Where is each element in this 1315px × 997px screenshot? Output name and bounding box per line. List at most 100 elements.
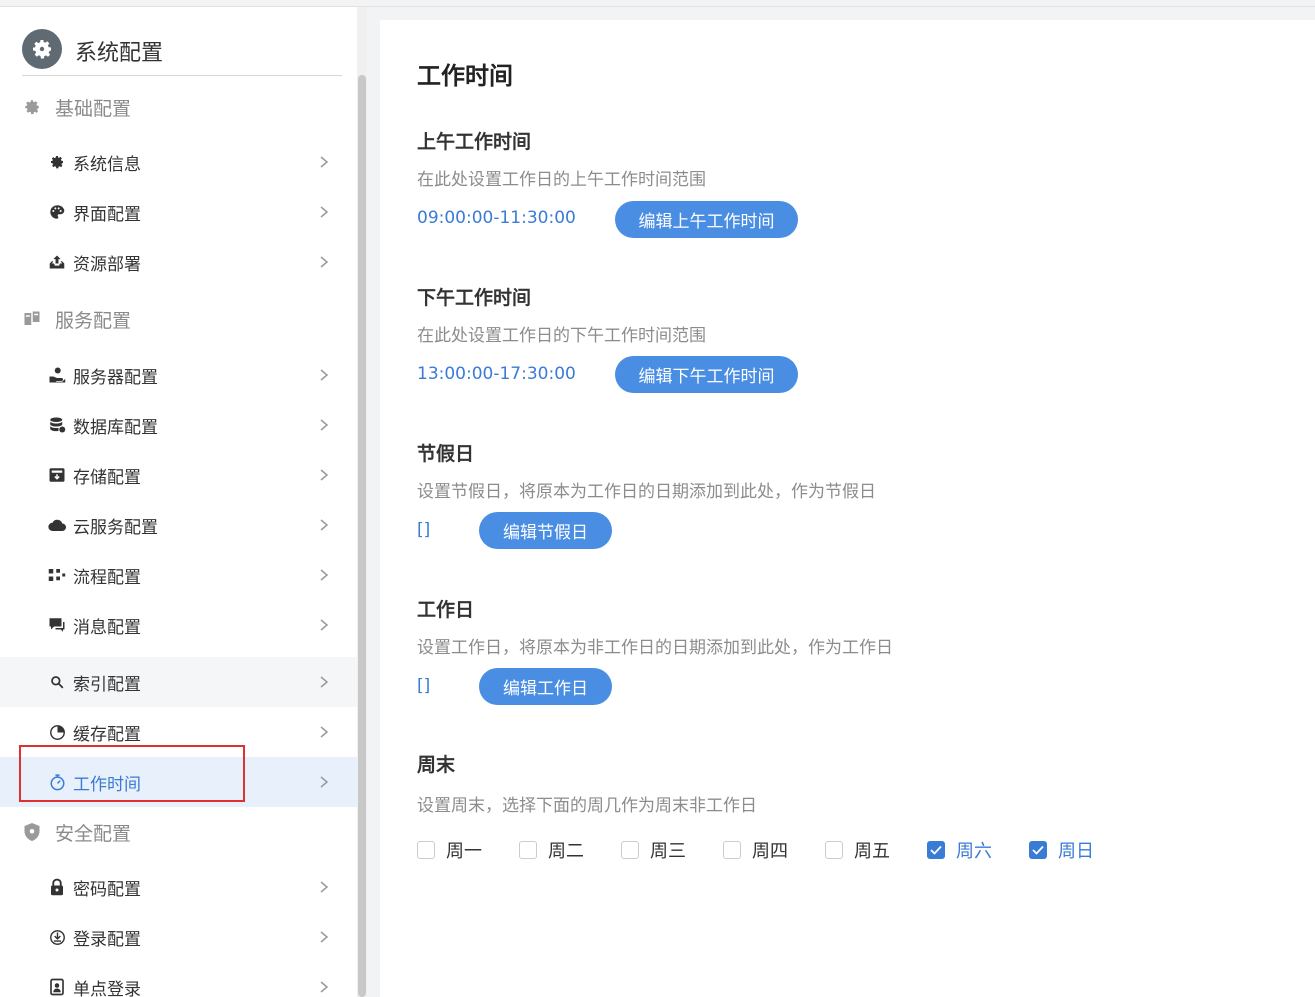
morning-time-value: 09:00:00-11:30:00 — [417, 208, 576, 228]
checkbox-label: 周三 — [650, 841, 686, 862]
sidebar-item-label: 界面配置 — [73, 205, 141, 225]
login-icon — [47, 927, 67, 947]
gear-icon — [22, 29, 62, 69]
checkbox[interactable] — [927, 841, 945, 859]
sidebar-item-password-config[interactable]: 密码配置 — [0, 862, 357, 912]
checkbox[interactable] — [825, 841, 843, 859]
checkbox[interactable] — [1029, 841, 1047, 859]
weekday-monday[interactable]: 周一 — [417, 837, 519, 863]
sidebar-item-flow-config[interactable]: 流程配置 — [0, 550, 357, 600]
search-icon — [47, 672, 67, 692]
workdays-value: [] — [417, 676, 431, 696]
sidebar-item-ui-config[interactable]: 界面配置 — [0, 187, 357, 237]
sidebar-item-label: 密码配置 — [73, 880, 141, 900]
server-hand-icon — [47, 365, 67, 385]
weekend-day-selector: 周一 周二 周三 周四 周五 周六 周日 — [417, 837, 1131, 863]
weekday-tuesday[interactable]: 周二 — [519, 837, 621, 863]
checkbox-label: 周二 — [548, 841, 584, 862]
section-description: 设置周末，选择下面的周几作为周末非工作日 — [417, 796, 757, 816]
checkbox-label: 周一 — [446, 841, 482, 862]
sidebar-item-label: 工作时间 — [73, 775, 141, 795]
sidebar-item-system-info[interactable]: 系统信息 — [0, 137, 357, 187]
sidebar-item-server-config[interactable]: 服务器配置 — [0, 350, 357, 400]
sidebar-item-storage-config[interactable]: 存储配置 — [0, 450, 357, 500]
edit-morning-time-button[interactable]: 编辑上午工作时间 — [615, 201, 798, 238]
sidebar-item-label: 消息配置 — [73, 618, 141, 638]
section-description: 设置节假日，将原本为工作日的日期添加到此处，作为节假日 — [417, 482, 876, 502]
check-icon — [1032, 845, 1044, 855]
sso-icon — [47, 977, 67, 997]
checkbox[interactable] — [723, 841, 741, 859]
weekday-sunday[interactable]: 周日 — [1029, 837, 1131, 863]
chevron-right-icon — [320, 676, 329, 688]
checkbox[interactable] — [519, 841, 537, 859]
sidebar-header: 系统配置 — [22, 27, 342, 76]
section-title: 下午工作时间 — [417, 287, 532, 309]
section-title: 节假日 — [417, 443, 475, 465]
section-title: 上午工作时间 — [417, 131, 532, 153]
chevron-right-icon — [320, 206, 329, 218]
checkbox[interactable] — [417, 841, 435, 859]
weekday-thursday[interactable]: 周四 — [723, 837, 825, 863]
top-border — [0, 0, 1315, 7]
sidebar-scrollbar-thumb[interactable] — [358, 75, 366, 997]
sidebar-item-login-config[interactable]: 登录配置 — [0, 912, 357, 962]
weekday-wednesday[interactable]: 周三 — [621, 837, 723, 863]
sidebar-item-label: 登录配置 — [73, 930, 141, 950]
sidebar-item-cache-config[interactable]: 缓存配置 — [0, 707, 357, 757]
sidebar-item-label: 云服务配置 — [73, 518, 158, 538]
sidebar-item-cloud-config[interactable]: 云服务配置 — [0, 500, 357, 550]
section-description: 在此处设置工作日的上午工作时间范围 — [417, 170, 706, 190]
sidebar-item-label: 数据库配置 — [73, 418, 158, 438]
edit-workdays-button[interactable]: 编辑工作日 — [479, 668, 612, 705]
sidebar-item-work-time[interactable]: 工作时间 — [0, 757, 357, 807]
checkbox[interactable] — [621, 841, 639, 859]
chevron-right-icon — [320, 419, 329, 431]
main-panel: 工作时间 上午工作时间 在此处设置工作日的上午工作时间范围 09:00:00-1… — [380, 20, 1315, 997]
chevron-right-icon — [320, 931, 329, 943]
gear-icon — [47, 152, 67, 172]
check-icon — [930, 845, 942, 855]
sidebar-item-message-config[interactable]: 消息配置 — [0, 600, 357, 650]
chat-icon — [47, 615, 67, 635]
group-service-config: 服务配置 — [22, 304, 131, 334]
gear-icon — [22, 97, 42, 117]
sidebar-item-label: 流程配置 — [73, 568, 141, 588]
sidebar-item-label: 系统信息 — [73, 155, 141, 175]
section-description: 在此处设置工作日的下午工作时间范围 — [417, 326, 706, 346]
sidebar-item-index-config[interactable]: 索引配置 — [0, 657, 357, 707]
chevron-right-icon — [320, 619, 329, 631]
chevron-right-icon — [320, 156, 329, 168]
cloud-icon — [47, 515, 67, 535]
section-title: 周末 — [417, 754, 456, 776]
shield-icon — [22, 822, 42, 842]
edit-holidays-button[interactable]: 编辑节假日 — [479, 512, 612, 549]
chevron-right-icon — [320, 519, 329, 531]
checkbox-label: 周五 — [854, 841, 890, 862]
weekday-saturday[interactable]: 周六 — [927, 837, 1029, 863]
archive-icon — [47, 465, 67, 485]
flow-icon — [47, 565, 67, 585]
chevron-right-icon — [320, 469, 329, 481]
holidays-value: [] — [417, 520, 431, 540]
group-label: 安全配置 — [55, 822, 132, 845]
sidebar-item-label: 缓存配置 — [73, 725, 141, 745]
app-title: 系统配置 — [75, 41, 164, 66]
edit-afternoon-time-button[interactable]: 编辑下午工作时间 — [615, 356, 798, 393]
sidebar-item-sso[interactable]: 单点登录 — [0, 962, 357, 997]
lock-icon — [47, 877, 67, 897]
group-label: 基础配置 — [55, 97, 132, 120]
sidebar-item-resource-deploy[interactable]: 资源部署 — [0, 237, 357, 287]
section-description: 设置工作日，将原本为非工作日的日期添加到此处，作为工作日 — [417, 638, 893, 658]
weekday-friday[interactable]: 周五 — [825, 837, 927, 863]
section-title: 工作日 — [417, 599, 475, 621]
sidebar-item-database-config[interactable]: 数据库配置 — [0, 400, 357, 450]
group-label: 服务配置 — [55, 309, 132, 332]
group-security-config: 安全配置 — [22, 817, 131, 847]
sidebar-item-label: 资源部署 — [73, 255, 141, 275]
chevron-right-icon — [320, 981, 329, 993]
chevron-right-icon — [320, 256, 329, 268]
checkbox-label: 周日 — [1058, 841, 1094, 862]
palette-icon — [47, 202, 67, 222]
pie-icon — [47, 722, 67, 742]
